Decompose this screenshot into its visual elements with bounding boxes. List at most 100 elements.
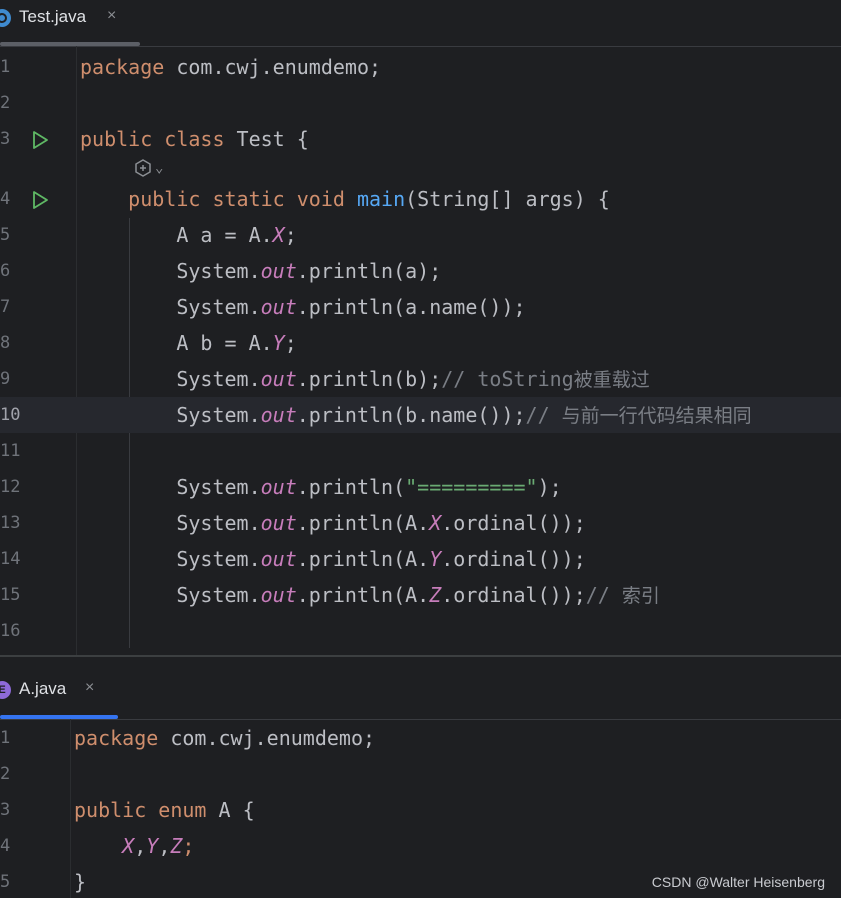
code-line[interactable]: 10 System.out.println(b.name());// 与前一行代…	[0, 397, 841, 433]
line-number: 12	[0, 477, 21, 497]
code-text: package com.cwj.enumdemo;	[80, 49, 381, 85]
code-token: 索引	[621, 585, 660, 607]
code-token: System.	[80, 367, 261, 391]
java-enum-icon: E	[0, 681, 11, 699]
code-token: out	[260, 259, 297, 283]
code-token: .ordinal());	[441, 511, 586, 535]
watermark-text: CSDN @Walter Heisenberg	[651, 874, 825, 890]
code-token: out	[260, 547, 297, 571]
code-token: public enum	[74, 798, 207, 822]
close-tab-icon[interactable]: ×	[85, 679, 94, 697]
code-token: ;	[284, 223, 297, 247]
code-line[interactable]: 14 System.out.println(A.Y.ordinal());	[0, 541, 841, 577]
code-token: main	[356, 187, 406, 211]
code-token: System.	[80, 403, 261, 427]
code-line[interactable]: 15 System.out.println(A.Z.ordinal());// …	[0, 577, 841, 613]
inlay-hint[interactable]: ⌄	[133, 155, 163, 181]
code-text: A b = A.Y;	[80, 325, 297, 361]
line-number: 14	[0, 549, 21, 569]
editor-pane-test-java: Test.java × ⌄ 1 package com.cwj.enumdemo;…	[0, 0, 841, 656]
code-line[interactable]: 1 package com.cwj.enumdemo;	[0, 720, 841, 756]
code-token: com.cwj.enumdemo;	[158, 726, 376, 750]
tab-test-java[interactable]: Test.java ×	[0, 0, 140, 46]
ai-assist-icon	[135, 159, 151, 177]
line-number: 3	[0, 129, 11, 149]
chevron-down-icon[interactable]: ⌄	[155, 160, 163, 176]
code-token: public static void	[128, 187, 345, 211]
line-number: 2	[0, 93, 11, 113]
code-token: A {	[206, 798, 255, 822]
code-line[interactable]: 12 System.out.println("=========");	[0, 469, 841, 505]
code-token: .println(b);	[296, 367, 442, 391]
code-text: System.out.println(A.Y.ordinal());	[80, 541, 585, 577]
code-token: ;	[182, 834, 195, 858]
editor-tab-bar: E A.java ×	[0, 657, 841, 720]
code-token: System.	[80, 259, 261, 283]
line-number: 5	[0, 225, 11, 245]
code-token: //	[585, 583, 622, 607]
run-gutter-icon[interactable]	[30, 130, 50, 150]
tab-label: A.java	[19, 679, 67, 698]
line-number: 3	[0, 800, 11, 820]
code-token: out	[260, 367, 297, 391]
run-gutter-icon[interactable]	[30, 190, 50, 210]
code-text: System.out.println(a);	[80, 253, 441, 289]
code-token: 与前一行代码结果相同	[561, 405, 752, 427]
editor-pane-a-java: E A.java × 1 package com.cwj.enumdemo; 2 3 p…	[0, 657, 841, 898]
code-token: System.	[80, 475, 261, 499]
line-number: 11	[0, 441, 21, 461]
code-token: .println(b.name());	[296, 403, 526, 427]
line-number: 6	[0, 261, 11, 281]
code-line[interactable]: 1 package com.cwj.enumdemo;	[0, 49, 841, 85]
code-line[interactable]: 9 System.out.println(b);// toString被重载过	[0, 361, 841, 397]
active-tab-underline	[0, 42, 140, 46]
code-token: X	[272, 223, 285, 247]
code-token: .println(	[296, 475, 406, 499]
line-number: 15	[0, 585, 21, 605]
tab-a-java[interactable]: E A.java ×	[0, 657, 118, 719]
code-token: }	[74, 870, 87, 894]
code-token: "========="	[405, 475, 538, 499]
code-token: Z	[170, 834, 183, 858]
code-line[interactable]: 4 public static void main(String[] args)…	[0, 181, 841, 217]
code-line[interactable]: 8 A b = A.Y;	[0, 325, 841, 361]
code-token: System.	[80, 295, 261, 319]
code-token: out	[260, 511, 297, 535]
code-line[interactable]: 6 System.out.println(a);	[0, 253, 841, 289]
code-line[interactable]: 3 public class Test {	[0, 121, 841, 157]
code-token: ;	[284, 331, 297, 355]
active-tab-underline	[0, 715, 118, 719]
code-line[interactable]: 4 X,Y,Z;	[0, 828, 841, 864]
code-text: System.out.println(A.Z.ordinal());// 索引	[80, 577, 660, 614]
code-token: Y	[429, 547, 442, 571]
code-token: package	[74, 726, 159, 750]
code-line[interactable]: 16	[0, 613, 841, 649]
code-token: .println(a);	[296, 259, 442, 283]
code-line[interactable]: 2	[0, 85, 841, 121]
line-number: 7	[0, 297, 11, 317]
code-text: System.out.println(b.name());// 与前一行代码结果…	[80, 397, 752, 434]
code-text: package com.cwj.enumdemo;	[74, 720, 375, 756]
code-line[interactable]: 5 A a = A.X;	[0, 217, 841, 253]
code-line[interactable]: 2	[0, 756, 841, 792]
code-line[interactable]: 3 public enum A {	[0, 792, 841, 828]
code-line[interactable]: 13 System.out.println(A.X.ordinal());	[0, 505, 841, 541]
code-token: public class	[80, 127, 225, 151]
code-text: A a = A.X;	[80, 217, 297, 253]
line-number: 8	[0, 333, 11, 353]
editor-tab-bar: Test.java ×	[0, 0, 841, 47]
code-token: Test {	[224, 127, 309, 151]
code-text: System.out.println("=========");	[80, 469, 561, 505]
java-class-icon	[0, 9, 11, 27]
code-text: public class Test {	[80, 121, 309, 157]
close-tab-icon[interactable]: ×	[107, 7, 116, 25]
line-number: 10	[0, 405, 21, 425]
line-number: 16	[0, 621, 21, 641]
code-line[interactable]: 7 System.out.println(a.name());	[0, 289, 841, 325]
line-number: 9	[0, 369, 11, 389]
code-line[interactable]: 11	[0, 433, 841, 469]
code-token: System.	[80, 583, 261, 607]
